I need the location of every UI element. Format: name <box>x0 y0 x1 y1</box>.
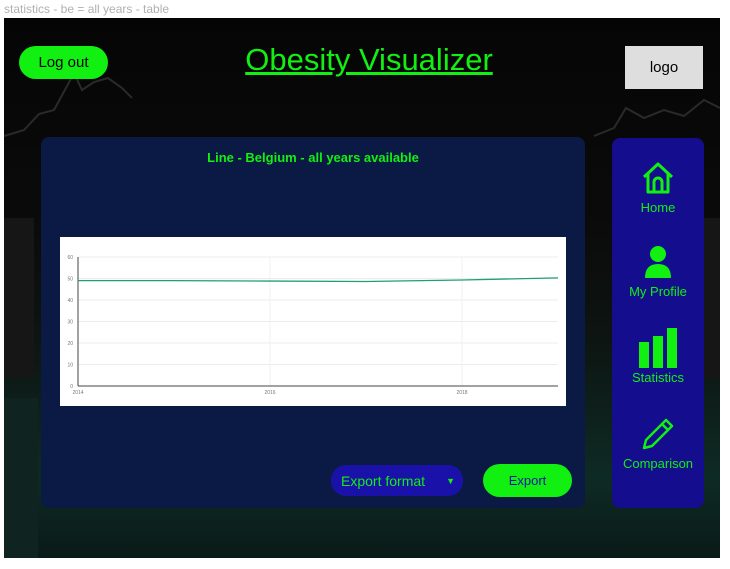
sidebar-item-label: Statistics <box>631 370 684 385</box>
app-title[interactable]: Obesity Visualizer <box>219 42 519 78</box>
sidebar-item-my-profile[interactable]: My Profile <box>612 246 704 299</box>
y-tick-label: 50 <box>67 277 73 283</box>
export-button[interactable]: Export <box>483 464 572 497</box>
y-tick-label: 10 <box>67 363 73 369</box>
logout-button[interactable]: Log out <box>19 46 108 79</box>
x-tick-label: 2018 <box>456 390 467 396</box>
y-tick-label: 40 <box>67 298 73 304</box>
sidebar-item-statistics[interactable]: Statistics <box>612 328 704 385</box>
logo: logo <box>625 46 703 89</box>
chart-title: Line - Belgium - all years available <box>207 150 419 165</box>
chevron-down-icon: ▼ <box>446 475 455 486</box>
chart-panel: Line - Belgium - all years available 0 10… <box>41 137 585 508</box>
sidebar-nav: Home My Profile Statistics Comparison <box>612 138 704 508</box>
export-format-label: Export format <box>341 472 426 489</box>
frame-label: statistics - be = all years - table <box>4 2 170 16</box>
x-tick-label: 2016 <box>264 390 275 396</box>
y-tick-label: 20 <box>67 341 73 347</box>
sidebar-item-label: My Profile <box>629 284 687 299</box>
sidebar-item-home[interactable]: Home <box>612 160 704 215</box>
line-chart: 01020304050602014 2016 2018 <box>67 255 559 396</box>
sidebar-item-label: Home <box>640 200 676 215</box>
sidebar-item-comparison[interactable]: Comparison <box>612 416 704 471</box>
chart-container: 0 10 20 30 40 50 60 2014 2016 2018 <box>60 237 566 406</box>
pencil-icon <box>642 418 674 450</box>
export-format-dropdown[interactable]: Export format ▼ <box>331 465 463 496</box>
y-tick-label: 30 <box>67 320 73 326</box>
y-tick-label: 60 <box>67 255 73 261</box>
bar-chart-icon <box>639 328 677 368</box>
user-icon <box>645 246 671 278</box>
home-icon <box>642 162 674 194</box>
x-tick-label: 2014 <box>72 390 83 396</box>
sidebar-item-label: Comparison <box>622 456 694 471</box>
app-frame: Log out Obesity Visualizer logo Line - B… <box>4 18 720 558</box>
